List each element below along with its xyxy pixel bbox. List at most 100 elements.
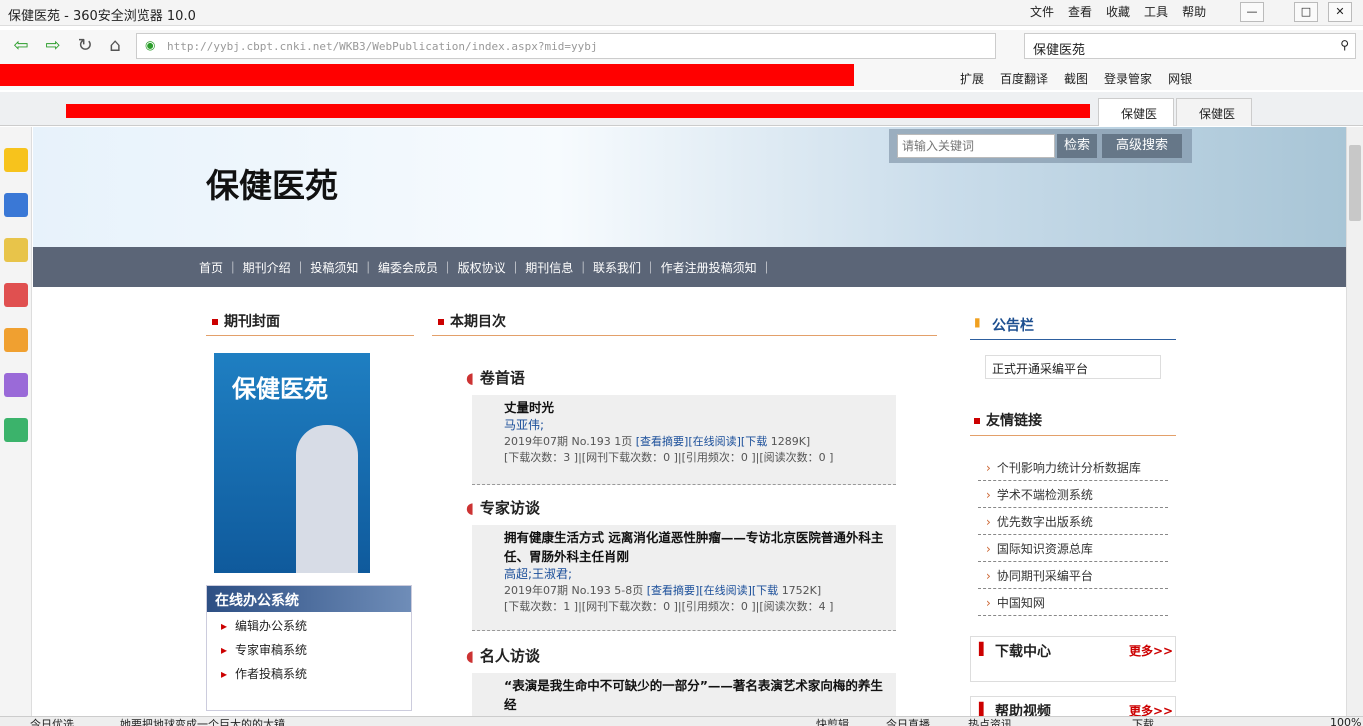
nav-info[interactable]: 期刊信息 xyxy=(525,261,573,275)
article-authors[interactable]: 高超;王淑君; xyxy=(504,565,890,582)
book-icon[interactable] xyxy=(4,328,28,352)
home-icon[interactable]: ⌂ xyxy=(104,36,126,58)
nav-submit[interactable]: 投稿须知 xyxy=(310,261,358,275)
article-links[interactable]: [查看摘要][在线阅读][下载 xyxy=(636,435,767,448)
office-reviewer-link[interactable]: 专家审稿系统 xyxy=(207,636,411,660)
nav-board[interactable]: 编委会成员 xyxy=(378,261,438,275)
tab-second[interactable]: 保健医 xyxy=(1176,98,1252,126)
nav-home[interactable]: 首页 xyxy=(199,261,223,275)
minimize-icon[interactable]: — xyxy=(1240,2,1264,22)
secure-icon: ◉ xyxy=(145,38,156,52)
browser-sidebar xyxy=(0,127,32,717)
menu-favorites[interactable]: 收藏 xyxy=(1106,3,1130,20)
news-icon[interactable] xyxy=(4,193,28,217)
search-icon[interactable]: ⚲ xyxy=(1340,38,1349,52)
download-title: 下载中心 xyxy=(995,644,1051,660)
toolbar-extensions: 扩展 百度翻译 截图 登录管家 网银 xyxy=(960,70,1192,87)
divider xyxy=(432,335,937,336)
link-item[interactable]: 中国知网 xyxy=(978,589,1168,616)
screenshot-button[interactable]: 截图 xyxy=(1064,70,1088,87)
cover-title: 保健医苑 xyxy=(232,374,328,403)
maximize-icon[interactable]: □ xyxy=(1294,2,1318,22)
back-icon[interactable]: ⇦ xyxy=(10,36,32,58)
translate-button[interactable]: 百度翻译 xyxy=(1000,70,1048,87)
url-input[interactable]: ◉ http://yybj.cbpt.cnki.net/WKB3/WebPubl… xyxy=(136,33,996,59)
link-item[interactable]: 国际知识资源总库 xyxy=(978,535,1168,562)
favorites-icon[interactable] xyxy=(4,148,28,172)
video-icon[interactable] xyxy=(4,418,28,442)
download-marker-icon: ▌ xyxy=(979,642,989,656)
notes-icon[interactable] xyxy=(4,238,28,262)
cover-person xyxy=(296,425,358,573)
help-marker-icon: ▌ xyxy=(979,702,989,716)
tab-active[interactable]: 保健医 xyxy=(1098,98,1174,126)
office-panel: 在线办公系统 编辑办公系统 专家审稿系统 作者投稿系统 xyxy=(206,585,412,711)
netbank-button[interactable]: 网银 xyxy=(1168,70,1192,87)
help-panel: ▌ 帮助视频 更多>> xyxy=(970,696,1176,717)
nav-intro[interactable]: 期刊介绍 xyxy=(243,261,291,275)
links-list: 个刊影响力统计分析数据库 学术不端检测系统 优先数字出版系统 国际知识资源总库 … xyxy=(978,454,1168,616)
download-more-link[interactable]: 更多>> xyxy=(1129,642,1173,659)
nav-contact[interactable]: 联系我们 xyxy=(593,261,641,275)
site-banner: 保健医苑 检索 高级搜索 xyxy=(33,127,1346,247)
status-quickclip[interactable]: 快剪辑 xyxy=(816,717,849,726)
login-manager-button[interactable]: 登录管家 xyxy=(1104,70,1152,87)
link-item[interactable]: 优先数字出版系统 xyxy=(978,508,1168,535)
redacted-bookmarks xyxy=(0,64,854,86)
site-search-input[interactable] xyxy=(897,134,1055,158)
article-title[interactable]: 丈量时光 xyxy=(504,397,890,416)
status-live[interactable]: 今日直播 xyxy=(886,717,930,726)
article-title[interactable]: 拥有健康生活方式 远离消化道恶性肿瘤——专访北京医院普通外科主任、胃肠外科主任肖… xyxy=(504,527,890,565)
office-title: 在线办公系统 xyxy=(207,586,411,612)
help-more-link[interactable]: 更多>> xyxy=(1129,702,1173,717)
scroll-thumb[interactable] xyxy=(1349,145,1361,221)
menu-bar: 文件 查看 收藏 工具 帮助 xyxy=(1030,3,1206,20)
article-meta: 2019年07期 No.193 1页 [查看摘要][在线阅读][下载 1289K… xyxy=(504,435,811,448)
close-icon[interactable]: ✕ xyxy=(1328,2,1352,22)
office-editor-link[interactable]: 编辑办公系统 xyxy=(207,612,411,636)
link-item[interactable]: 协同期刊采编平台 xyxy=(978,562,1168,589)
download-panel: ▌ 下载中心 更多>> xyxy=(970,636,1176,682)
status-hot[interactable]: 热点资讯 xyxy=(968,717,1012,726)
article-meta: 2019年07期 No.193 5-8页 [查看摘要][在线阅读][下载 175… xyxy=(504,584,822,597)
window-title: 保健医苑 - 360安全浏览器 10.0 xyxy=(8,9,196,24)
comic-icon[interactable] xyxy=(4,373,28,397)
menu-view[interactable]: 查看 xyxy=(1068,3,1092,20)
menu-file[interactable]: 文件 xyxy=(1030,3,1054,20)
page-body: 期刊封面 保健医苑 在线办公系统 编辑办公系统 专家审稿系统 作者投稿系统 本期… xyxy=(192,289,1192,717)
status-left[interactable]: 今日优选 xyxy=(30,717,74,726)
notice-icon: ▮ xyxy=(974,315,981,329)
advanced-search-button[interactable]: 高级搜索 xyxy=(1102,134,1182,158)
article-title[interactable]: “表演是我生命中不可缺少的一部分”——著名表演艺术家向梅的养生经 xyxy=(504,675,890,713)
cover-heading: 期刊封面 xyxy=(212,311,280,331)
refresh-icon[interactable]: ↻ xyxy=(74,36,96,58)
article-authors[interactable]: 马亚伟; xyxy=(504,416,890,433)
section-title: 专家访谈 xyxy=(466,497,540,518)
office-author-link[interactable]: 作者投稿系统 xyxy=(207,660,411,684)
article-links[interactable]: [查看摘要][在线阅读][下载 xyxy=(647,584,778,597)
article-item: 拥有健康生活方式 远离消化道恶性肿瘤——专访北京医院普通外科主任、胃肠外科主任肖… xyxy=(472,525,896,631)
browser-search-input[interactable]: 保健医苑 ⚲ xyxy=(1024,33,1356,59)
notice-header: ▮ 公告栏 xyxy=(970,311,1176,341)
status-bar: 今日优选 她要把地球变成一个巨大的的太镜 快剪辑 今日直播 热点资讯 下载 10… xyxy=(0,716,1363,726)
status-news[interactable]: 她要把地球变成一个巨大的的太镜 xyxy=(120,717,285,726)
divider xyxy=(970,435,1176,436)
nav-register[interactable]: 作者注册投稿须知 xyxy=(661,261,757,275)
status-download[interactable]: 下载 xyxy=(1132,717,1154,726)
nav-copyright[interactable]: 版权协议 xyxy=(458,261,506,275)
section-title: 卷首语 xyxy=(466,367,525,388)
status-zoom[interactable]: 100% xyxy=(1330,717,1361,726)
extensions-button[interactable]: 扩展 xyxy=(960,70,984,87)
game-icon[interactable] xyxy=(4,283,28,307)
link-item[interactable]: 个刊影响力统计分析数据库 xyxy=(978,454,1168,481)
url-text: http://yybj.cbpt.cnki.net/WKB3/WebPublic… xyxy=(167,40,598,53)
link-item[interactable]: 学术不端检测系统 xyxy=(978,481,1168,508)
site-search-button[interactable]: 检索 xyxy=(1057,134,1097,158)
vertical-scrollbar[interactable] xyxy=(1346,127,1363,717)
section-title: 名人访谈 xyxy=(466,645,540,666)
cover-image[interactable]: 保健医苑 xyxy=(214,353,370,573)
notice-item[interactable]: 正式开通采编平台 xyxy=(985,355,1161,379)
menu-help[interactable]: 帮助 xyxy=(1182,3,1206,20)
forward-icon[interactable]: ⇨ xyxy=(42,36,64,58)
menu-tools[interactable]: 工具 xyxy=(1144,3,1168,20)
